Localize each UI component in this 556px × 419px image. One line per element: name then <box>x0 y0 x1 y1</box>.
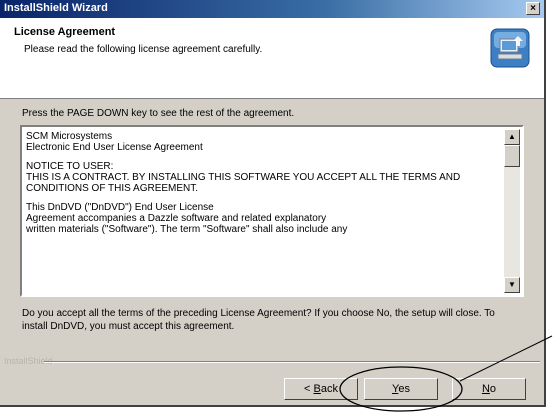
license-paragraph: This DnDVD ("DnDVD") End User License Ag… <box>26 202 348 235</box>
license-text: SCM Microsystems Electronic End User Lic… <box>26 131 504 243</box>
scroll-up-button[interactable]: ▲ <box>504 129 520 145</box>
back-prefix: < <box>304 383 314 395</box>
header-title: License Agreement <box>14 26 116 38</box>
scroll-thumb[interactable] <box>504 145 520 167</box>
installshield-dialog: InstallShield Wizard × License Agreement… <box>0 0 546 407</box>
license-paragraph: NOTICE TO USER: THIS IS A CONTRACT. BY I… <box>26 161 461 194</box>
back-access-key: B <box>313 383 321 395</box>
yes-button[interactable]: Yes <box>364 378 438 400</box>
no-access-key: N <box>481 383 490 395</box>
vertical-scrollbar[interactable]: ▲ ▼ <box>504 129 520 293</box>
installer-computer-icon <box>490 28 530 68</box>
no-label-rest: o <box>489 383 497 395</box>
license-paragraph: SCM Microsystems Electronic End User Lic… <box>26 131 203 153</box>
accept-question: Do you accept all the terms of the prece… <box>22 308 495 332</box>
header-subtitle: Please read the following license agreem… <box>24 44 263 55</box>
page-down-instruction: Press the PAGE DOWN key to see the rest … <box>22 108 295 119</box>
license-text-box[interactable]: SCM Microsystems Electronic End User Lic… <box>20 125 524 297</box>
no-button[interactable]: No <box>452 378 526 400</box>
window-title: InstallShield Wizard <box>4 2 108 14</box>
dialog-header: License Agreement Please read the follow… <box>0 18 544 99</box>
close-button[interactable]: × <box>526 2 540 15</box>
back-button[interactable]: < Back <box>284 378 358 400</box>
yes-label-rest: es <box>398 383 410 395</box>
scroll-down-button[interactable]: ▼ <box>504 277 520 293</box>
back-label-rest: ack <box>320 383 338 395</box>
footer-separator <box>44 361 540 363</box>
title-bar[interactable]: InstallShield Wizard × <box>0 0 544 18</box>
